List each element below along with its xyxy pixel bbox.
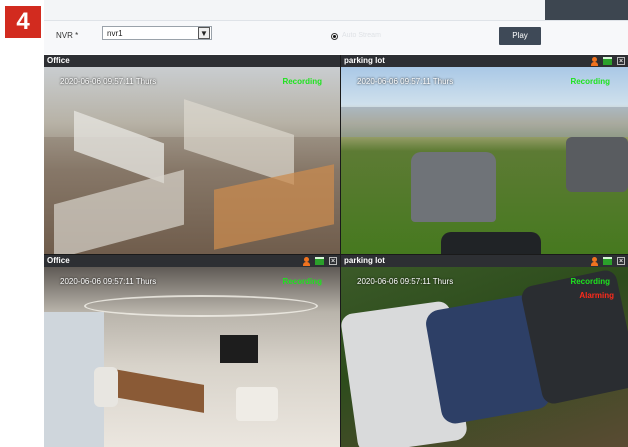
alarm-status: Alarming <box>579 291 614 300</box>
desk <box>114 369 204 413</box>
auto-stream-radio[interactable] <box>331 33 338 40</box>
camera-pane-parking-2[interactable]: parking lot × 2020-06-06 09:57:11 Thurs … <box>341 255 628 447</box>
recording-status: Recording <box>282 77 322 86</box>
silver-car <box>411 152 496 222</box>
window-icon[interactable] <box>603 57 612 65</box>
pane-header: parking lot × <box>341 55 628 67</box>
top-right-panel <box>545 0 628 20</box>
close-icon[interactable]: × <box>617 257 625 265</box>
nvr-label: NVR * <box>56 31 79 40</box>
person-alert-icon[interactable] <box>591 256 598 266</box>
camera-feed: 2020-06-06 09:57:11 Thurs Recording <box>44 267 340 447</box>
camera-feed: 2020-06-06 09:57:11 Thurs Recording Alar… <box>341 267 628 447</box>
close-icon[interactable]: × <box>617 57 625 65</box>
pane-controls: × <box>303 256 337 266</box>
close-icon[interactable]: × <box>329 257 337 265</box>
pane-header: parking lot × <box>341 255 628 267</box>
camera-pane-parking-1[interactable]: parking lot × 2020-06-06 09:57:11 Thurs … <box>341 55 628 254</box>
pane-title: Office <box>47 256 70 265</box>
parked-cars <box>341 107 628 137</box>
camera-feed: 2020-06-06 09:57:11 Thurs Recording <box>341 67 628 254</box>
pane-header: Office <box>44 55 340 67</box>
camera-feed: 2020-06-06 09:57:11 Thurs Recording <box>44 67 340 254</box>
camera-pane-office-2[interactable]: Office × 2020-06-06 09:57:11 Thurs Recor… <box>44 255 340 447</box>
top-bar <box>44 0 628 21</box>
playback-toolbar: NVR * nvr1 ▼ Auto Stream Play <box>44 21 628 54</box>
nvr-select[interactable]: nvr1 ▼ <box>102 26 212 40</box>
pane-title: Office <box>47 56 70 65</box>
nvr-select-value: nvr1 <box>107 29 123 38</box>
office-chair <box>94 367 118 407</box>
pane-title: parking lot <box>344 256 385 265</box>
window-icon[interactable] <box>315 257 324 265</box>
timestamp: 2020-06-06 09:57:11 Thurs <box>357 277 454 286</box>
pane-controls: × <box>591 56 625 66</box>
pane-controls: × <box>591 256 625 266</box>
dark-car <box>441 232 541 254</box>
camera-pane-office-1[interactable]: Office 2020-06-06 09:57:11 Thurs Recordi… <box>44 55 340 254</box>
play-button[interactable]: Play <box>499 27 541 45</box>
chevron-down-icon[interactable]: ▼ <box>198 27 210 39</box>
pickup-truck <box>566 137 628 192</box>
timestamp: 2020-06-06 09:57:11 Thurs <box>60 77 157 86</box>
ceiling-light <box>84 295 318 317</box>
step-number-badge: 4 <box>5 6 41 38</box>
pane-title: parking lot <box>344 56 385 65</box>
timestamp: 2020-06-06 09:57:11 Thurs <box>60 277 157 286</box>
person-alert-icon[interactable] <box>303 256 310 266</box>
wall-tv <box>220 335 258 363</box>
recording-status: Recording <box>570 277 610 286</box>
recording-status: Recording <box>570 77 610 86</box>
timestamp: 2020-06-06 09:57:11 Thurs <box>357 77 454 86</box>
window-icon[interactable] <box>603 257 612 265</box>
auto-stream-label: Auto Stream <box>342 32 381 39</box>
person-alert-icon[interactable] <box>591 56 598 66</box>
pane-header: Office × <box>44 255 340 267</box>
video-grid: Office 2020-06-06 09:57:11 Thurs Recordi… <box>44 55 628 447</box>
armchair <box>236 387 278 421</box>
recording-status: Recording <box>282 277 322 286</box>
